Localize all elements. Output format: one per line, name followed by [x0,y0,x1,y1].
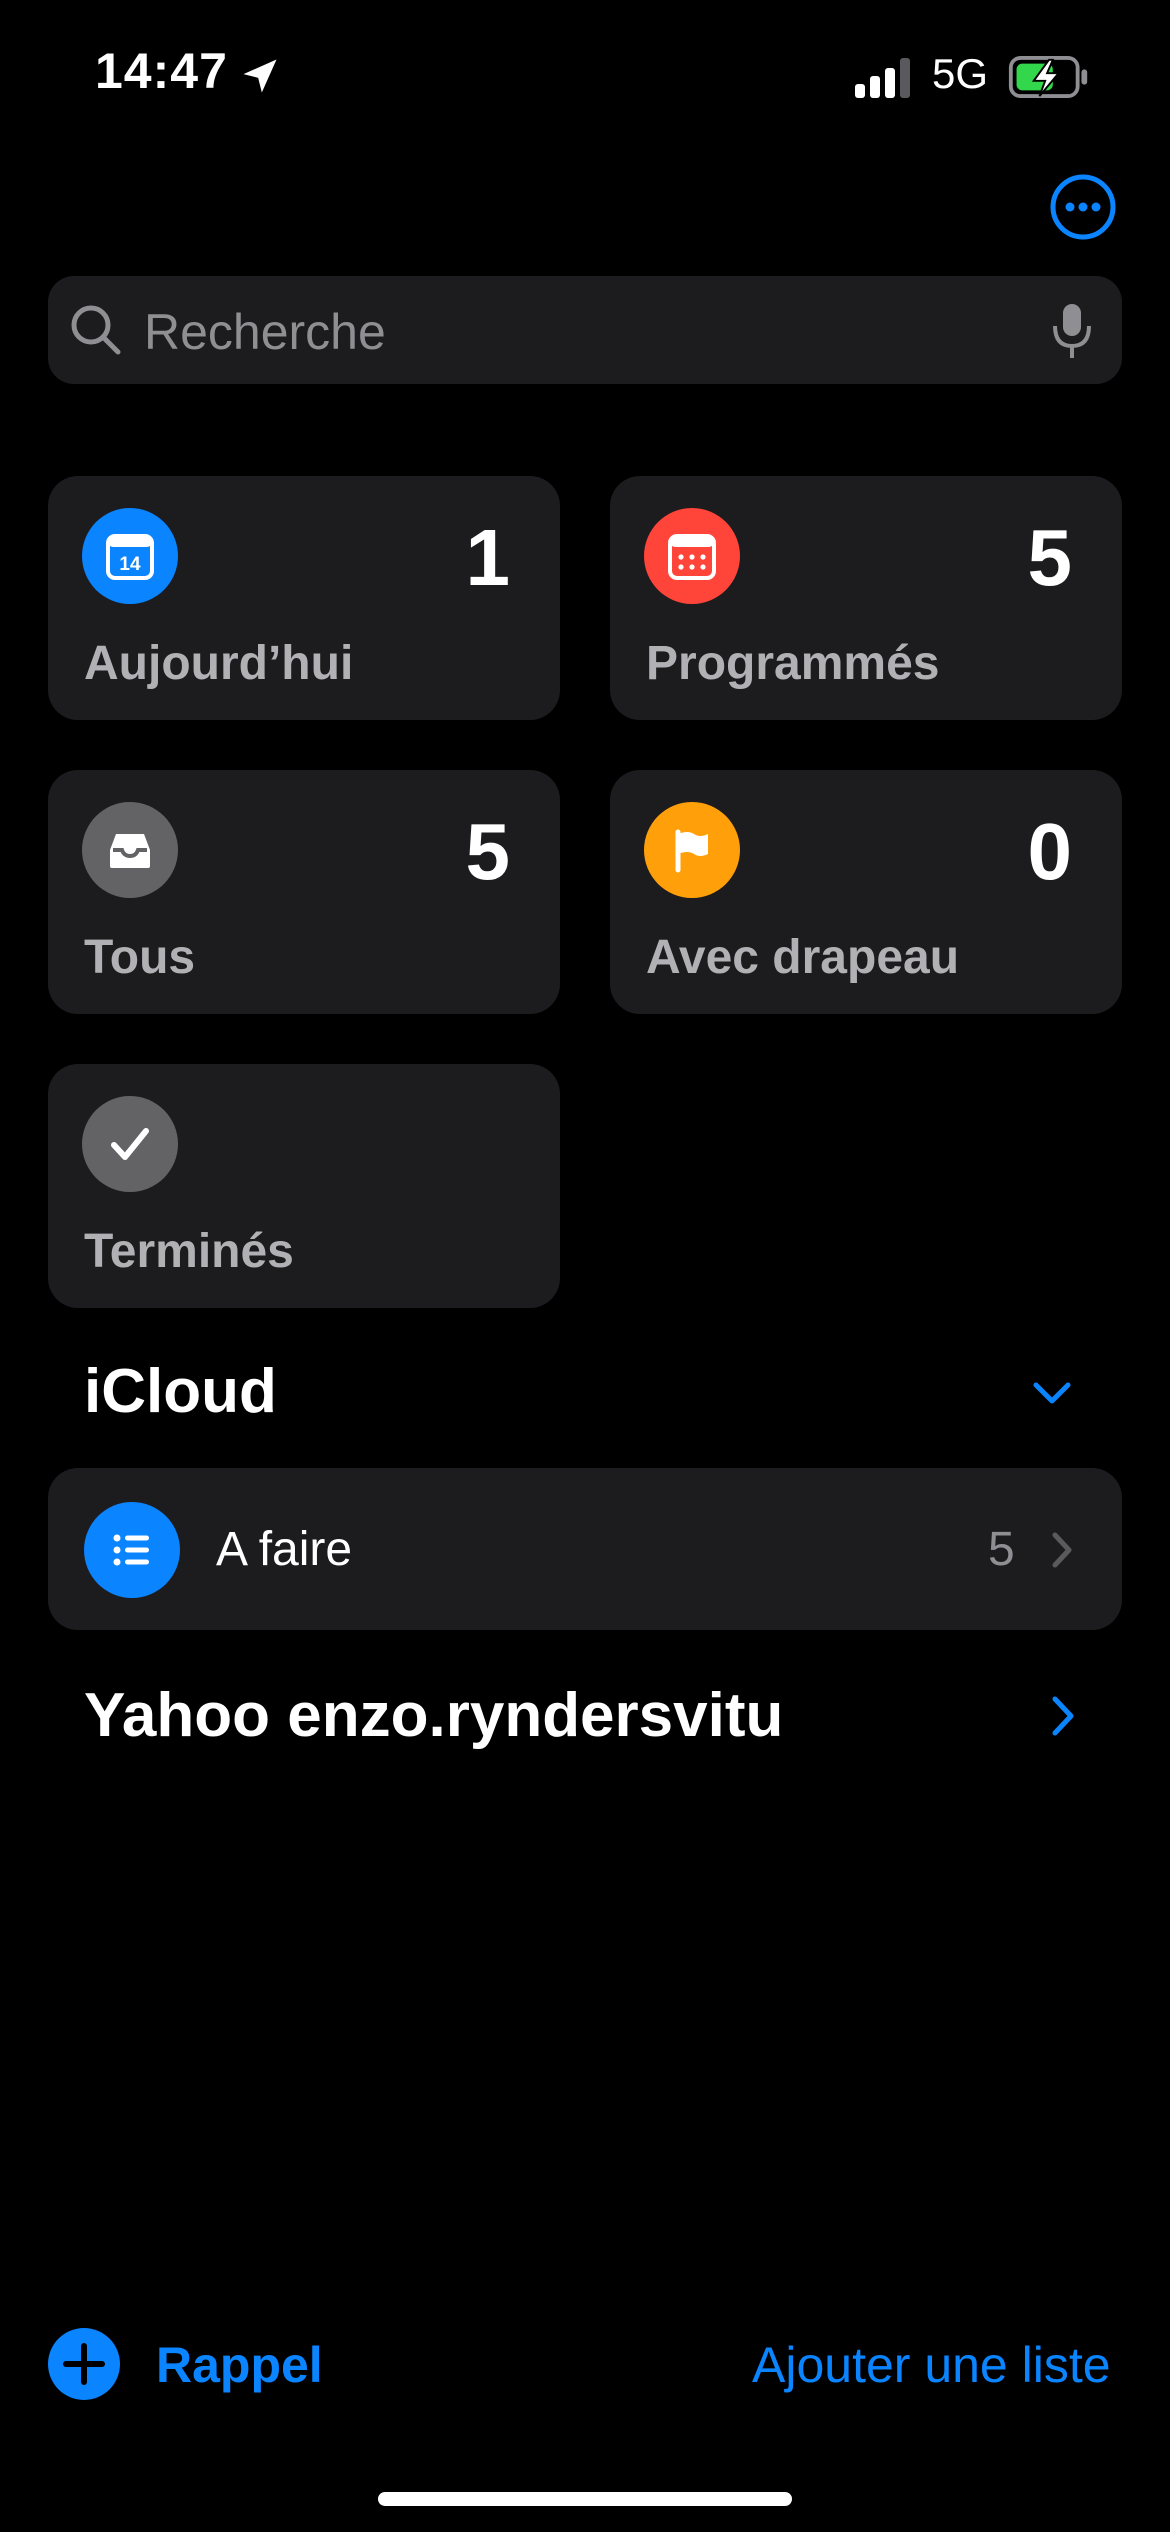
svg-text:14: 14 [119,554,141,575]
smart-list-count: 5 [465,807,511,896]
tray-icon [82,802,178,898]
list-item[interactable] [48,1468,1122,1630]
smart-list-label: Tous [84,931,196,984]
calendar-today-icon: 14 [82,508,178,604]
calendar-scheduled-icon [644,508,740,604]
icloud-section-title: iCloud [84,1357,277,1426]
smart-list-label: Aujourd’hui [84,637,354,690]
yahoo-section-title[interactable]: Yahoo enzo.ryndersvitu [84,1680,783,1751]
add-list-button[interactable]: Ajouter une liste [752,2336,1111,2394]
list-bullet-icon [84,1502,180,1598]
list-name: A faire [216,1523,353,1576]
smart-list-scheduled[interactable]: 5 Programmés [610,476,1122,720]
plus-circle-icon[interactable] [48,2328,120,2400]
chevron-right-icon[interactable] [1050,1694,1076,1738]
ellipsis-circle-icon[interactable] [1050,174,1116,240]
list-count: 5 [988,1523,1015,1576]
smart-list-count: 0 [1027,807,1073,896]
smart-list-all[interactable]: 5 Tous [48,770,560,1014]
location-arrow-icon [243,59,277,93]
home-indicator [378,2492,792,2506]
search-input[interactable] [142,296,1006,368]
smart-list-today[interactable]: 14 1 Aujourd’hui [48,476,560,720]
smart-list-completed[interactable]: Terminés [48,1064,560,1308]
checkmark-icon [82,1096,178,1192]
search-icon [71,305,121,355]
status-time: 14:47 [95,43,228,99]
chevron-right-icon [1052,1532,1072,1568]
add-reminder-button[interactable]: Rappel [156,2336,323,2394]
chevron-down-icon[interactable] [1030,1378,1074,1408]
microphone-icon[interactable] [1050,302,1094,360]
smart-list-flagged[interactable]: 0 Avec drapeau [610,770,1122,1014]
smart-list-count: 5 [1027,513,1073,602]
cellular-signal-icon [855,58,910,98]
battery-charging-icon [1008,56,1088,98]
smart-list-label: Avec drapeau [646,931,960,984]
smart-list-label: Programmés [646,637,940,690]
network-type: 5G [932,50,989,97]
smart-list-count: 1 [465,513,511,602]
flag-icon [644,802,740,898]
smart-list-label: Terminés [84,1225,294,1278]
